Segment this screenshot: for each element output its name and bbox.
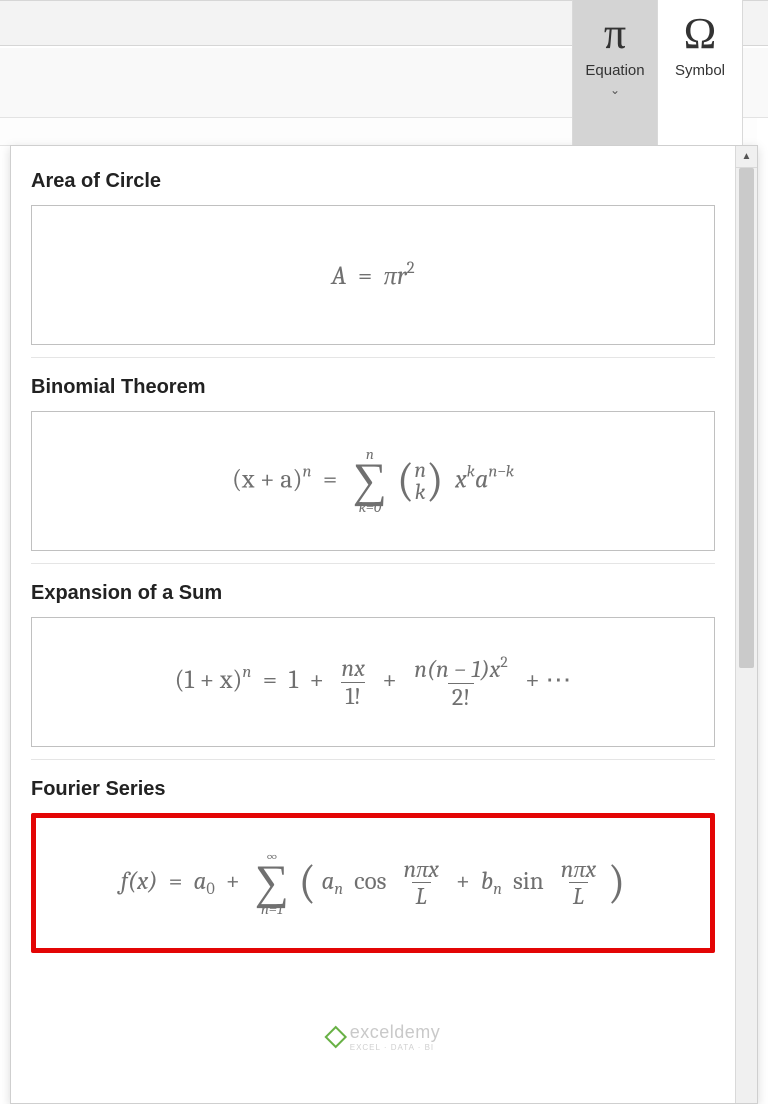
- equation-fourier-series[interactable]: f(x) = a0 + ∞ ∑ n=1 ( an cos nπxL + bn s…: [31, 813, 715, 953]
- symbol-button[interactable]: Ω Symbol: [658, 0, 743, 145]
- divider: [31, 759, 715, 760]
- equation-binomial-theorem[interactable]: (x + a)n = n ∑ k=0 ( n k ) xkan−k: [31, 411, 715, 551]
- equation-button[interactable]: π Equation ⌄: [573, 0, 658, 145]
- omega-icon: Ω: [684, 12, 717, 56]
- pi-icon: π: [604, 12, 626, 56]
- chevron-down-icon[interactable]: ⌄: [610, 83, 620, 97]
- equation-area-of-circle[interactable]: A = πr2: [31, 205, 715, 345]
- scroll-up-icon[interactable]: ▲: [736, 146, 757, 168]
- eq-text: (1 + x)n = 1 + nx1! + n(n − 1)x2 2! + ⋯: [175, 654, 572, 710]
- equation-expansion-of-sum[interactable]: (1 + x)n = 1 + nx1! + n(n − 1)x2 2! + ⋯: [31, 617, 715, 747]
- divider: [31, 357, 715, 358]
- gallery-section-title: Binomial Theorem: [31, 376, 715, 399]
- symbols-group: π Equation ⌄ Ω Symbol: [572, 0, 743, 145]
- eq-text: (x + a)n = n ∑ k=0 ( n k ) xkan−k: [232, 447, 514, 515]
- eq-text: f(x) = a0 + ∞ ∑ n=1 ( an cos nπxL + bn s…: [121, 849, 626, 917]
- gallery-section-title: Fourier Series: [31, 778, 715, 801]
- gallery-section-title: Area of Circle: [31, 170, 715, 193]
- scrollbar[interactable]: ▲: [735, 146, 757, 1103]
- gallery-scroll-area: Area of Circle A = πr2 Binomial Theorem …: [11, 146, 735, 1103]
- divider: [31, 563, 715, 564]
- symbol-button-label: Symbol: [675, 62, 725, 79]
- gallery-section-title: Expansion of a Sum: [31, 582, 715, 605]
- equation-gallery-dropdown: Area of Circle A = πr2 Binomial Theorem …: [10, 145, 758, 1104]
- eq-text: A = πr2: [331, 259, 414, 291]
- scroll-thumb[interactable]: [739, 168, 754, 668]
- equation-button-label: Equation: [585, 62, 644, 79]
